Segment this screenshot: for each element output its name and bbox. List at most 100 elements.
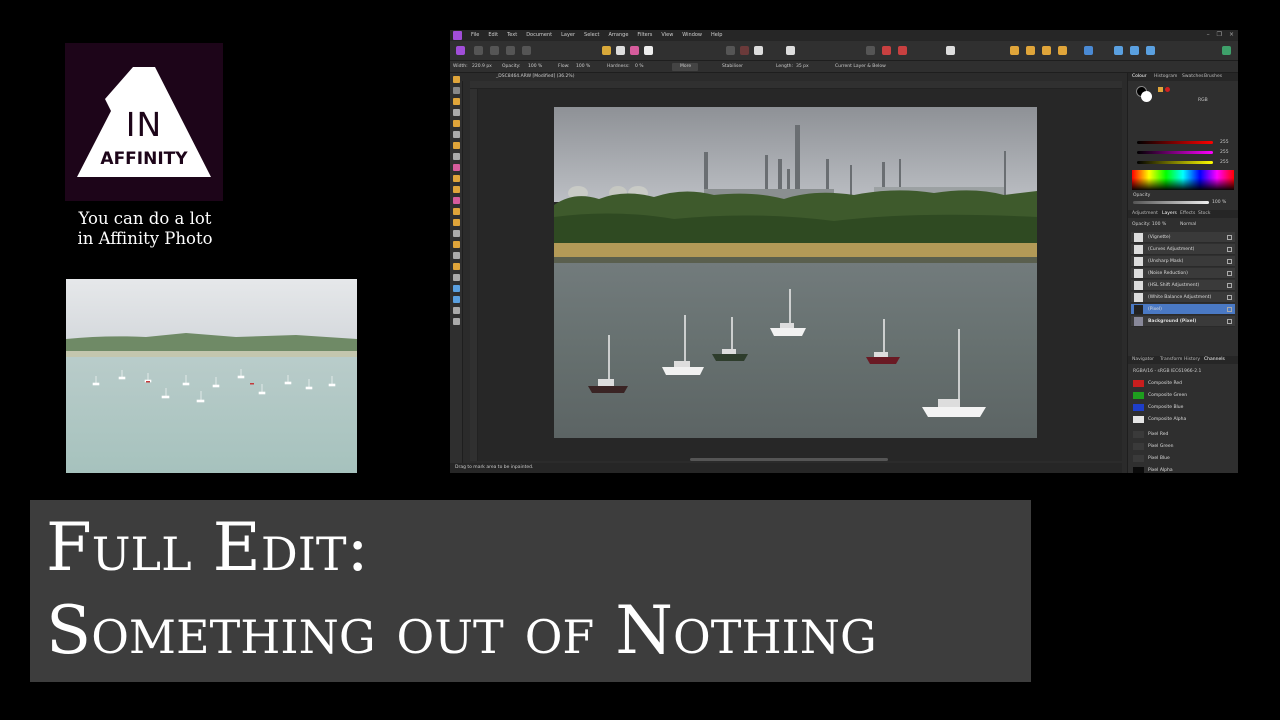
- colour-opacity-slider[interactable]: [1133, 201, 1209, 204]
- pen-tool-icon[interactable]: [453, 274, 460, 281]
- layer-row-selected[interactable]: (Pixel): [1131, 304, 1235, 315]
- blue-value[interactable]: 255: [1220, 160, 1229, 165]
- stabiliser-checkbox[interactable]: Stabiliser: [722, 64, 743, 69]
- menu-edit[interactable]: Edit: [488, 32, 498, 38]
- freehand-select-tool-icon[interactable]: [453, 153, 460, 160]
- layer-row[interactable]: (HSL Shift Adjustment): [1131, 280, 1235, 291]
- noise-icon[interactable]: [1165, 87, 1170, 92]
- layer-visibility-checkbox[interactable]: [1227, 271, 1232, 276]
- channel-row[interactable]: Composite Alpha: [1131, 414, 1235, 425]
- auto-colors-icon[interactable]: [630, 46, 639, 55]
- document-canvas[interactable]: [478, 89, 1122, 461]
- colour-spectrum[interactable]: [1132, 170, 1234, 190]
- arrange-forward-icon[interactable]: [1042, 46, 1051, 55]
- colour-opacity-value[interactable]: 100 %: [1212, 200, 1226, 205]
- erase-brush-tool-icon[interactable]: [453, 186, 460, 193]
- selection-mode-icon[interactable]: [726, 46, 735, 55]
- menu-layer[interactable]: Layer: [561, 32, 575, 38]
- color-picker-tool-icon[interactable]: [453, 98, 460, 105]
- boolean-intersect-icon[interactable]: [1146, 46, 1155, 55]
- view-tool-icon[interactable]: [453, 76, 460, 83]
- horizontal-scrollbar[interactable]: [690, 458, 888, 461]
- layer-row[interactable]: Background (Pixel): [1131, 316, 1235, 327]
- dodge-brush-tool-icon[interactable]: [453, 197, 460, 204]
- blue-slider[interactable]: [1137, 161, 1213, 164]
- invert-selection-icon[interactable]: [740, 46, 749, 55]
- channel-row[interactable]: Pixel Red: [1131, 429, 1235, 440]
- marquee-tool-icon[interactable]: [453, 142, 460, 149]
- boolean-add-icon[interactable]: [1114, 46, 1123, 55]
- layer-visibility-checkbox[interactable]: [1227, 283, 1232, 288]
- menu-view[interactable]: View: [661, 32, 673, 38]
- restore-icon[interactable]: ❐: [1217, 31, 1222, 38]
- snapping-options-icon[interactable]: [898, 46, 907, 55]
- menu-filters[interactable]: Filters: [637, 32, 652, 38]
- flood-select-tool-icon[interactable]: [453, 131, 460, 138]
- tab-effects[interactable]: Effects: [1180, 211, 1195, 216]
- tab-stock[interactable]: Stock: [1198, 211, 1210, 216]
- menu-window[interactable]: Window: [682, 32, 702, 38]
- tab-transform[interactable]: Transform: [1160, 357, 1182, 362]
- blur-brush-tool-icon[interactable]: [453, 241, 460, 248]
- brush-tool-option-icon[interactable]: [946, 46, 955, 55]
- layer-row[interactable]: (White Balance Adjustment): [1131, 292, 1235, 303]
- blend-mode-dropdown[interactable]: Normal: [1180, 222, 1196, 227]
- mesh-warp-tool-icon[interactable]: [453, 263, 460, 270]
- colour-model-dropdown[interactable]: RGB: [1198, 98, 1208, 103]
- width-value[interactable]: 220.9 px: [472, 64, 492, 69]
- tab-adjustment[interactable]: Adjustment: [1132, 211, 1158, 216]
- flood-fill-tool-icon[interactable]: [453, 164, 460, 171]
- quick-mask-icon[interactable]: [754, 46, 763, 55]
- layer-visibility-checkbox[interactable]: [1227, 247, 1232, 252]
- flow-value[interactable]: 100 %: [576, 64, 590, 69]
- text-tool-icon[interactable]: [453, 307, 460, 314]
- develop-persona-icon[interactable]: [490, 46, 499, 55]
- layer-row[interactable]: (Noise Reduction): [1131, 268, 1235, 279]
- tab-history[interactable]: History: [1184, 357, 1200, 362]
- shape-tool-icon[interactable]: [453, 285, 460, 292]
- layer-visibility-checkbox[interactable]: [1227, 319, 1232, 324]
- menu-document[interactable]: Document: [526, 32, 552, 38]
- zoom-tool-icon[interactable]: [453, 318, 460, 325]
- selection-brush-tool-icon[interactable]: [453, 120, 460, 127]
- tone-mapping-persona-icon[interactable]: [506, 46, 515, 55]
- red-eye-tool-icon[interactable]: [453, 230, 460, 237]
- inpainting-brush-tool-icon[interactable]: [453, 219, 460, 226]
- tab-swatches[interactable]: Swatches: [1182, 74, 1204, 79]
- channel-row[interactable]: Pixel Alpha: [1131, 465, 1235, 473]
- vertical-ruler[interactable]: [470, 89, 478, 461]
- channel-row[interactable]: Pixel Green: [1131, 441, 1235, 452]
- channel-row[interactable]: Composite Blue: [1131, 402, 1235, 413]
- photo-persona-icon[interactable]: [456, 46, 465, 55]
- auto-white-balance-icon[interactable]: [644, 46, 653, 55]
- secondary-colour-swatch[interactable]: [1141, 91, 1152, 102]
- tab-colour[interactable]: Colour: [1132, 74, 1147, 79]
- auto-levels-icon[interactable]: [602, 46, 611, 55]
- export-persona-icon[interactable]: [522, 46, 531, 55]
- layer-visibility-checkbox[interactable]: [1227, 235, 1232, 240]
- channel-row[interactable]: Pixel Blue: [1131, 453, 1235, 464]
- hardness-value[interactable]: 0 %: [635, 64, 644, 69]
- liquify-persona-icon[interactable]: [474, 46, 483, 55]
- move-tool-icon[interactable]: [453, 87, 460, 94]
- tab-navigator[interactable]: Navigator: [1132, 357, 1154, 362]
- smudge-brush-tool-icon[interactable]: [453, 252, 460, 259]
- menu-arrange[interactable]: Arrange: [608, 32, 628, 38]
- snapping-icon[interactable]: [882, 46, 891, 55]
- align-icon[interactable]: [866, 46, 875, 55]
- arrange-backward-icon[interactable]: [1026, 46, 1035, 55]
- menu-file[interactable]: File: [471, 32, 479, 38]
- crop-tool-icon[interactable]: [453, 109, 460, 116]
- green-value[interactable]: 255: [1220, 150, 1229, 155]
- green-slider[interactable]: [1137, 151, 1213, 154]
- arrange-front-icon[interactable]: [1058, 46, 1067, 55]
- horizontal-ruler[interactable]: [470, 81, 1122, 89]
- close-icon[interactable]: ×: [1229, 31, 1234, 38]
- tab-brushes[interactable]: Brushes: [1204, 74, 1222, 79]
- layer-visibility-checkbox[interactable]: [1227, 259, 1232, 264]
- menu-help[interactable]: Help: [711, 32, 722, 38]
- arrange-back-icon[interactable]: [1010, 46, 1019, 55]
- picker-icon[interactable]: [1158, 87, 1163, 92]
- red-value[interactable]: 255: [1220, 140, 1229, 145]
- layer-visibility-checkbox[interactable]: [1227, 295, 1232, 300]
